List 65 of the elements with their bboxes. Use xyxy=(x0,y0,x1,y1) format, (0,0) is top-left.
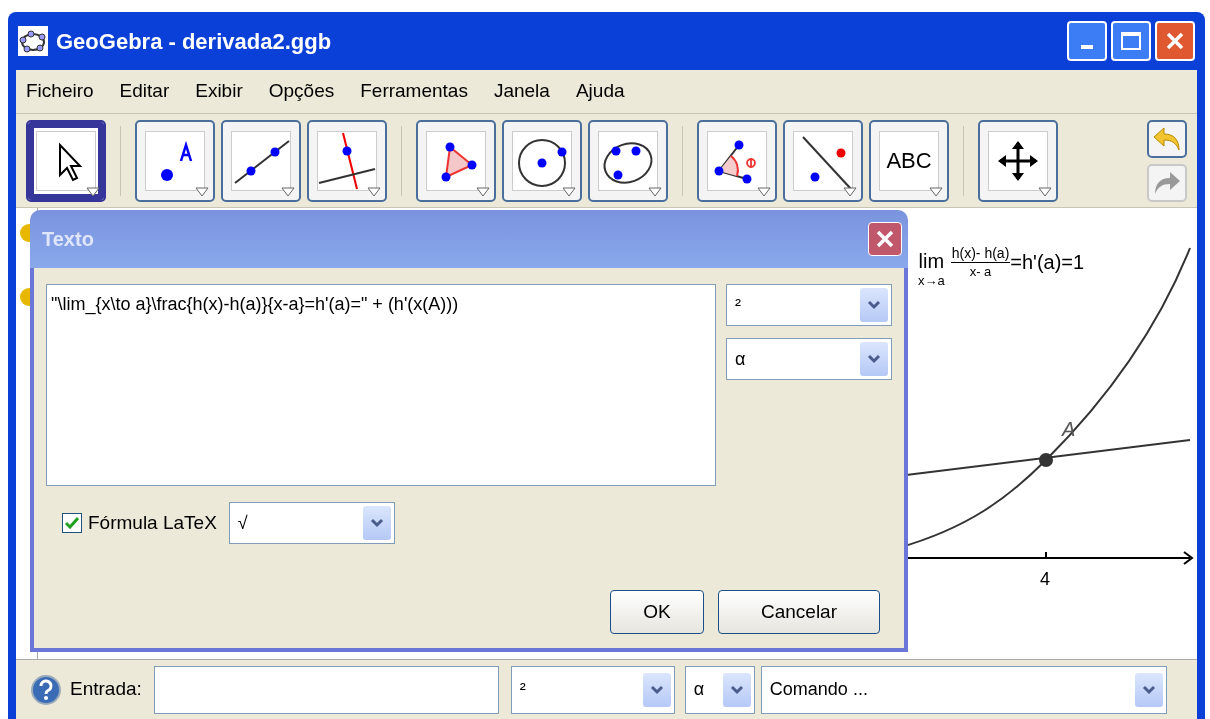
tool-button[interactable] xyxy=(697,119,777,202)
tool-button[interactable]: ABC xyxy=(869,119,949,202)
tool-button[interactable] xyxy=(588,119,668,202)
dialog-title: Texto xyxy=(42,227,94,252)
axis-tick-label: 4 xyxy=(1040,568,1050,591)
close-icon xyxy=(1165,31,1185,51)
dropdown-triangle-icon xyxy=(367,186,381,197)
menu-item[interactable]: Opções xyxy=(268,77,335,106)
help-icon[interactable] xyxy=(30,673,62,706)
point xyxy=(1039,453,1053,467)
close-icon xyxy=(875,229,895,249)
window-title: GeoGebra - derivada2.ggb xyxy=(56,27,332,56)
tool-button[interactable] xyxy=(502,119,582,202)
app-logo-icon xyxy=(18,26,48,56)
symbol-dropdown[interactable]: ² xyxy=(510,665,675,714)
dropdown-triangle-icon xyxy=(843,186,857,197)
input-label: Entrada: xyxy=(70,677,142,702)
cancel-button[interactable]: Cancelar xyxy=(718,590,880,634)
dropdown-triangle-icon xyxy=(195,186,209,197)
symbol-dropdown[interactable]: α xyxy=(726,338,892,380)
close-button[interactable] xyxy=(868,222,902,256)
menu-item[interactable]: Ajuda xyxy=(575,77,625,106)
input-field[interactable] xyxy=(153,665,499,714)
redo-arrow-icon xyxy=(1152,169,1182,196)
dropdown-triangle-icon xyxy=(1038,186,1052,197)
symbol-dropdown[interactable]: ² xyxy=(726,284,892,326)
formula-text: h(x)- h(a) xyxy=(950,243,1011,262)
tool-button[interactable] xyxy=(135,119,215,202)
dropdown-triangle-icon xyxy=(757,186,771,197)
text-input-field[interactable]: "\lim_{x\to a}\frac{h(x)-h(a)}{x-a}=h'(a)=" + (h'(x(A))) xyxy=(46,284,716,486)
dropdown-triangle-icon xyxy=(648,186,662,197)
menu-item[interactable]: Editar xyxy=(119,77,170,106)
formula-text: =h'(a)=1 xyxy=(1010,250,1085,275)
symbol-dropdown[interactable]: Comando ... xyxy=(760,665,1167,714)
symbol-dropdown[interactable]: √ xyxy=(228,502,395,544)
tool-button[interactable] xyxy=(416,119,496,202)
menu-item[interactable]: Ficheiro xyxy=(26,77,94,106)
undo-arrow-icon xyxy=(1152,125,1182,152)
point-label: A xyxy=(1062,417,1076,442)
tool-button[interactable] xyxy=(26,119,106,202)
close-button[interactable] xyxy=(1155,21,1195,61)
checkbox-label: Fórmula LaTeX xyxy=(88,510,217,535)
tool-button[interactable] xyxy=(978,119,1058,202)
dropdown-triangle-icon xyxy=(281,186,295,197)
menu-item[interactable]: Exibir xyxy=(195,77,243,106)
perpendicular-line-icon xyxy=(317,130,377,191)
tool-button[interactable] xyxy=(221,119,301,202)
ok-button[interactable]: OK xyxy=(610,590,704,634)
formula-text: x→a xyxy=(918,274,945,288)
menu-item[interactable]: Janela xyxy=(493,77,550,106)
tool-button[interactable] xyxy=(307,119,387,202)
minimize-button[interactable] xyxy=(1067,21,1107,61)
formula-text: x- a xyxy=(969,262,992,281)
dropdown-triangle-icon xyxy=(929,186,943,197)
redo-button[interactable] xyxy=(1147,163,1187,202)
undo-button[interactable] xyxy=(1147,119,1187,158)
dropdown-triangle-icon xyxy=(476,186,490,197)
tool-button[interactable] xyxy=(783,119,863,202)
symbol-dropdown[interactable]: α xyxy=(684,665,755,714)
formula-text: lim xyxy=(918,250,945,272)
checkbox[interactable] xyxy=(62,513,82,533)
dropdown-triangle-icon xyxy=(562,186,576,197)
dropdown-triangle-icon xyxy=(86,186,100,197)
menu-item[interactable]: Ferramentas xyxy=(360,77,468,106)
maximize-button[interactable] xyxy=(1111,21,1151,61)
